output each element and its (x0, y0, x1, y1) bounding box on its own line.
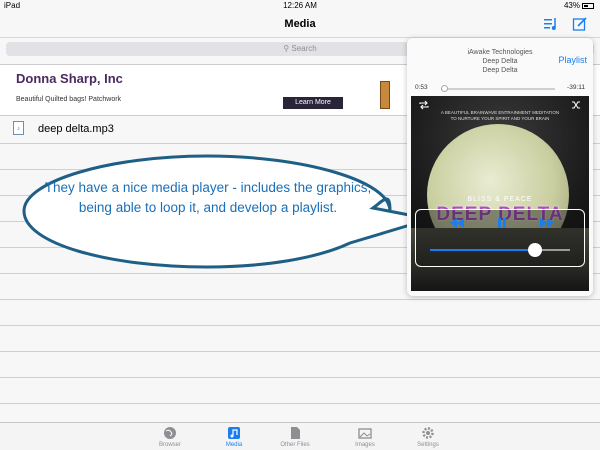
progress-track[interactable] (441, 85, 555, 92)
mp3-file-icon: ♪ (13, 121, 24, 135)
artwork-subtitle: BLISS & PEACE (467, 196, 533, 203)
tab-label: Media (225, 442, 243, 448)
elapsed-time: 0:53 (415, 84, 428, 91)
progress-knob[interactable] (441, 85, 449, 92)
battery-icon (582, 2, 594, 9)
tab-media[interactable]: Media (204, 426, 264, 448)
annotation-text: They have a nice media player - includes… (44, 180, 372, 215)
page-title: Media (284, 18, 316, 30)
tab-label: Images (355, 442, 375, 448)
tab-label: Settings (417, 442, 439, 448)
search-placeholder: Search (291, 44, 317, 53)
volume-knob[interactable] (528, 243, 542, 257)
tab-other-files[interactable]: Other Files (265, 426, 325, 448)
shuffle-icon[interactable] (571, 100, 581, 110)
battery-percent: 43% (563, 1, 580, 10)
ad-title: Donna Sharp, Inc (16, 71, 123, 86)
volume-slider[interactable] (430, 243, 570, 257)
battery-indicator: 43% (564, 1, 594, 10)
ad-tagline: Beautiful Quilted bags! Patchwork (16, 96, 122, 103)
tab-bar: Browser Media Other Files Images Setting… (0, 422, 600, 450)
playback-controls (415, 209, 585, 267)
rewind-icon[interactable] (450, 218, 464, 228)
gear-icon (422, 427, 434, 439)
learn-more-button[interactable]: Learn More (283, 97, 343, 109)
music-note-icon (228, 427, 240, 439)
track-label: Deep Delta (482, 67, 518, 74)
pause-icon[interactable] (495, 218, 509, 228)
document-icon (291, 427, 300, 439)
tab-label: Other Files (280, 442, 310, 448)
fast-forward-icon[interactable] (540, 218, 554, 228)
repeat-icon[interactable] (419, 100, 429, 110)
list-item[interactable]: ♪ deep delta.mp3 (0, 118, 408, 142)
artwork-caption: A BEAUTIFUL BRAINWAVE ENTRAINMENT MEDITA… (411, 110, 589, 122)
playlist-button[interactable]: Playlist (558, 55, 587, 65)
file-name: deep delta.mp3 (38, 123, 114, 135)
tab-images[interactable]: Images (335, 426, 395, 448)
photo-icon (358, 428, 372, 439)
compose-icon[interactable] (572, 16, 588, 32)
progress-bar[interactable]: 0:53 -39:11 (407, 80, 593, 96)
now-playing-list-icon[interactable] (543, 16, 559, 32)
remaining-time: -39:11 (567, 84, 585, 91)
globe-icon (164, 427, 176, 439)
navigation-bar: Media (0, 12, 600, 38)
tab-browser[interactable]: Browser (140, 426, 200, 448)
media-player-popover: iAwake Technologies Deep Delta Deep Delt… (407, 38, 593, 296)
clock: 12:26 AM (283, 1, 317, 10)
tab-label: Browser (158, 442, 181, 448)
status-bar: iPad 12:26 AM 43% (0, 0, 600, 12)
ad-product-image (380, 81, 390, 109)
artwork-caption-line-2: TO NURTURE YOUR SPIRIT AND YOUR BRAIN (450, 116, 550, 121)
volume-fill (430, 249, 535, 251)
tab-settings[interactable]: Settings (398, 426, 458, 448)
